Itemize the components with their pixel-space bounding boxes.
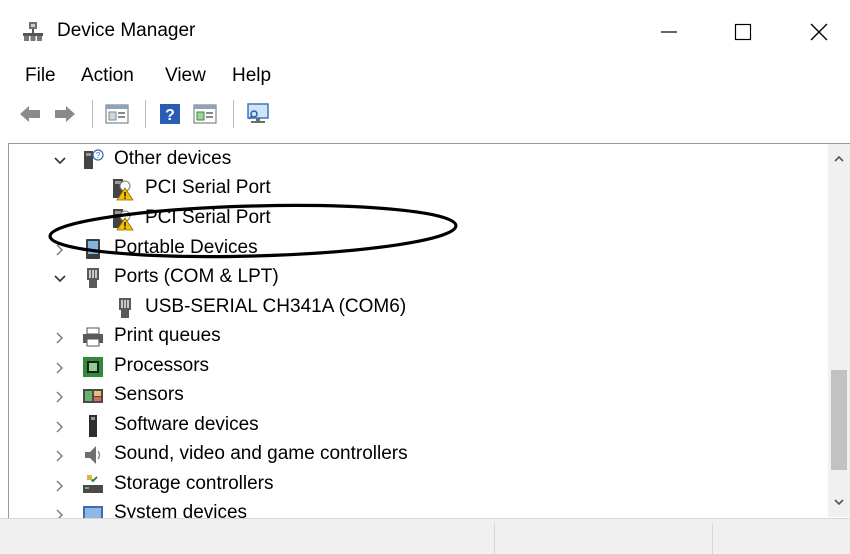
speaker-icon bbox=[85, 446, 101, 464]
close-button[interactable] bbox=[796, 14, 842, 50]
forward-arrow-icon bbox=[55, 106, 75, 122]
back-arrow-icon bbox=[20, 106, 40, 122]
tree-label-processors[interactable]: Processors bbox=[114, 355, 209, 377]
system-device-icon bbox=[83, 506, 103, 518]
tree-label-ports[interactable]: Ports (COM & LPT) bbox=[114, 266, 279, 288]
warning-device-icon bbox=[113, 179, 134, 201]
close-icon bbox=[810, 23, 828, 41]
vertical-scrollbar[interactable] bbox=[828, 144, 850, 517]
properties-button[interactable] bbox=[104, 102, 130, 126]
expand-toggle[interactable] bbox=[53, 449, 67, 463]
help-icon: ? bbox=[160, 104, 180, 124]
tree-label-sound-video[interactable]: Sound, video and game controllers bbox=[114, 443, 408, 465]
processor-icon bbox=[83, 357, 103, 377]
tree-label-portable-devices[interactable]: Portable Devices bbox=[114, 237, 258, 259]
maximize-button[interactable] bbox=[720, 14, 766, 50]
tree-label-sensors[interactable]: Sensors bbox=[114, 384, 184, 406]
expand-toggle[interactable] bbox=[53, 420, 67, 434]
minimize-button[interactable] bbox=[646, 14, 692, 50]
chevron-right-icon bbox=[56, 244, 63, 256]
tree-label-other-devices[interactable]: Other devices bbox=[114, 148, 231, 170]
toolbar-separator bbox=[145, 100, 146, 128]
menu-view[interactable]: View bbox=[165, 65, 206, 87]
expand-toggle[interactable] bbox=[53, 479, 67, 493]
chevron-up-icon bbox=[834, 155, 844, 162]
chevron-down-icon bbox=[834, 499, 844, 506]
toolbar-separator bbox=[233, 100, 234, 128]
chevron-down-icon bbox=[54, 275, 66, 283]
expand-toggle[interactable] bbox=[53, 243, 67, 257]
tree-label-usb-serial[interactable]: USB-SERIAL CH341A (COM6) bbox=[145, 296, 406, 318]
minimize-icon bbox=[661, 31, 677, 33]
scan-hardware-button[interactable] bbox=[245, 102, 271, 126]
status-pane bbox=[712, 523, 850, 554]
chevron-right-icon bbox=[56, 509, 63, 518]
menu-action[interactable]: Action bbox=[81, 65, 134, 87]
collapse-toggle[interactable] bbox=[53, 272, 67, 286]
expand-toggle[interactable] bbox=[53, 361, 67, 375]
device-manager-app-icon bbox=[23, 22, 43, 41]
tree-label-storage-controllers[interactable]: Storage controllers bbox=[114, 473, 273, 495]
update-driver-button[interactable] bbox=[192, 102, 218, 126]
help-button[interactable]: ? bbox=[157, 102, 183, 126]
tree-label-pci-serial-port-2[interactable]: PCI Serial Port bbox=[145, 207, 271, 229]
maximize-icon bbox=[734, 23, 752, 41]
software-device-icon bbox=[89, 415, 97, 437]
unknown-device-icon: ? bbox=[84, 149, 104, 169]
tree-label-system-devices[interactable]: System devices bbox=[114, 502, 247, 518]
scroll-up-button[interactable] bbox=[828, 144, 850, 174]
expand-toggle[interactable] bbox=[53, 390, 67, 404]
port-icon bbox=[87, 268, 99, 288]
portable-device-icon bbox=[86, 239, 100, 259]
chevron-right-icon bbox=[56, 332, 63, 344]
window-title: Device Manager bbox=[57, 20, 196, 41]
sensor-icon bbox=[83, 389, 103, 403]
forward-button[interactable] bbox=[52, 102, 78, 126]
title-bar[interactable]: Device Manager bbox=[0, 0, 850, 60]
svg-text:?: ? bbox=[165, 107, 175, 124]
printer-icon bbox=[83, 327, 103, 347]
warning-device-icon bbox=[113, 209, 134, 231]
tree-label-print-queues[interactable]: Print queues bbox=[114, 325, 221, 347]
menu-help[interactable]: Help bbox=[232, 65, 271, 87]
chevron-right-icon bbox=[56, 362, 63, 374]
status-bar bbox=[0, 518, 850, 554]
menu-bar: File Action View Help bbox=[0, 60, 850, 90]
scroll-down-button[interactable] bbox=[828, 487, 850, 517]
toolbar: ? bbox=[0, 94, 850, 134]
scan-hardware-icon bbox=[247, 103, 269, 123]
storage-icon bbox=[83, 475, 103, 493]
chevron-right-icon bbox=[56, 480, 63, 492]
collapse-toggle[interactable] bbox=[53, 154, 67, 168]
device-manager-window: Device Manager File Action View Help ? ?… bbox=[0, 0, 850, 554]
tree-label-pci-serial-port-1[interactable]: PCI Serial Port bbox=[145, 177, 271, 199]
update-driver-icon bbox=[193, 104, 217, 124]
tree-label-software-devices[interactable]: Software devices bbox=[114, 414, 259, 436]
svg-text:?: ? bbox=[96, 151, 101, 160]
chevron-down-icon bbox=[54, 157, 66, 165]
chevron-right-icon bbox=[56, 450, 63, 462]
back-button[interactable] bbox=[17, 102, 43, 126]
expand-toggle[interactable] bbox=[53, 508, 67, 518]
scrollbar-thumb[interactable] bbox=[831, 370, 847, 470]
expand-toggle[interactable] bbox=[53, 331, 67, 345]
toolbar-separator bbox=[92, 100, 93, 128]
port-icon bbox=[119, 298, 131, 318]
chevron-right-icon bbox=[56, 391, 63, 403]
device-tree[interactable]: ? Other devices PCI Serial Port PCI Seri… bbox=[8, 143, 850, 518]
properties-icon bbox=[105, 104, 129, 124]
menu-file[interactable]: File bbox=[25, 65, 56, 87]
chevron-right-icon bbox=[56, 421, 63, 433]
status-pane bbox=[494, 523, 713, 554]
